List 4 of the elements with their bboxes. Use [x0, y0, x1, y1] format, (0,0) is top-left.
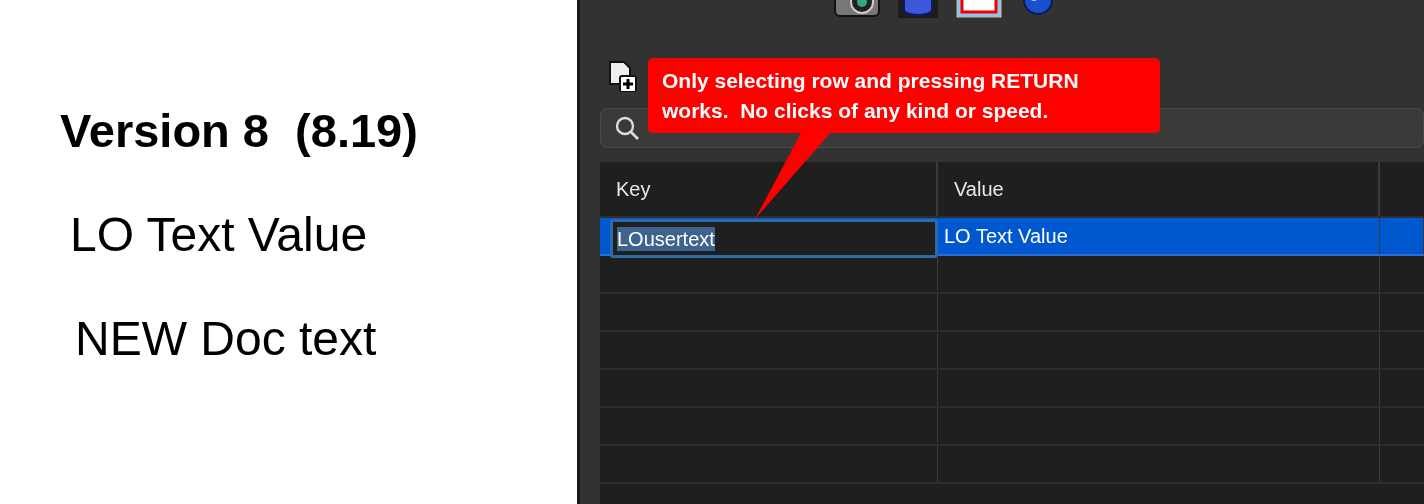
- slide-text: LO Text Value: [69, 207, 369, 263]
- table-cell: LO Text Value: [938, 218, 1380, 254]
- slide-heading: Version 8 (8.19): [59, 103, 419, 159]
- slide-text: NEW Doc text: [74, 311, 378, 367]
